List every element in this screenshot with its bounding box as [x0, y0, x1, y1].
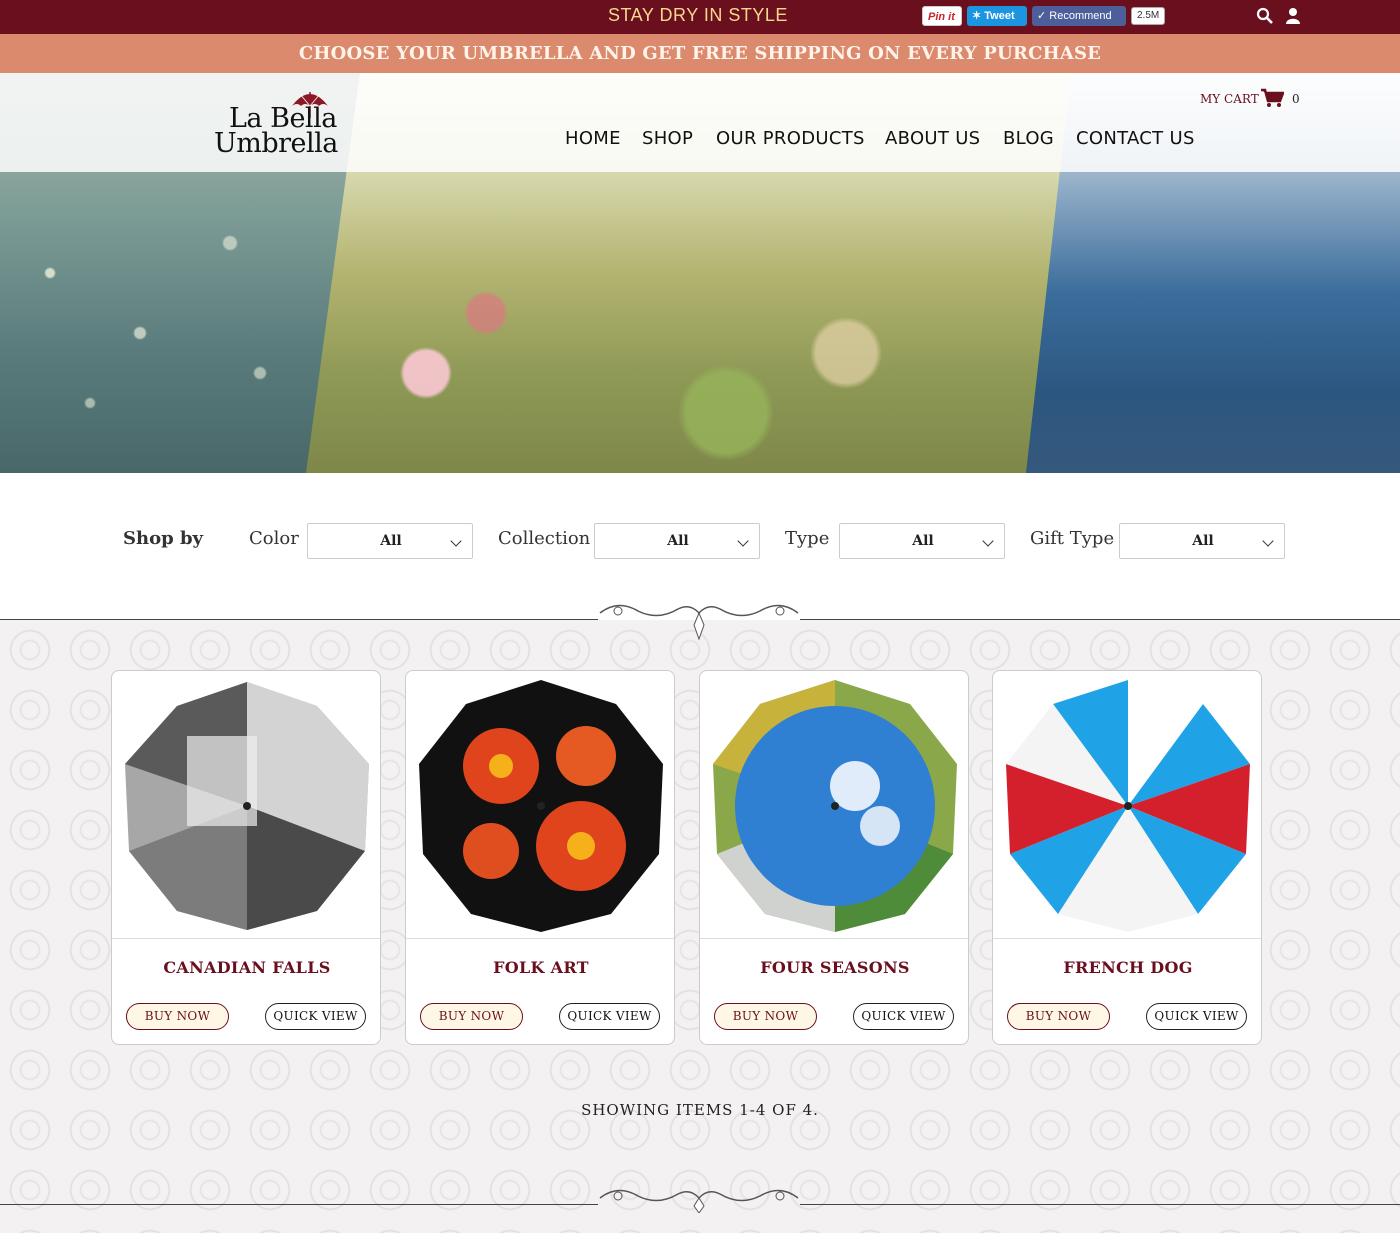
ornament-divider — [0, 1189, 1400, 1233]
product-image[interactable] — [700, 671, 968, 939]
product-card[interactable]: FOUR SEASONS BUY NOW QUICK VIEW — [699, 670, 969, 1045]
product-name[interactable]: FRENCH DOG — [993, 958, 1261, 977]
recommend-label: Recommend — [1049, 10, 1112, 22]
product-grid: CANADIAN FALLS BUY NOW QUICK VIEW FOLK A… — [0, 620, 1400, 1233]
cart-icon — [1260, 88, 1285, 111]
quick-view-button[interactable]: QUICK VIEW — [265, 1003, 366, 1030]
promo-text: CHOOSE YOUR UMBRELLA AND GET FREE SHIPPI… — [298, 43, 1102, 64]
product-name[interactable]: FOLK ART — [406, 958, 674, 977]
filter-color-label: Color — [249, 528, 299, 549]
filter-type-label: Type — [785, 528, 830, 549]
top-bar: STAY DRY IN STYLE Pin it ✶ Tweet ✓ Recom… — [0, 0, 1400, 34]
buy-now-button[interactable]: BUY NOW — [1007, 1003, 1110, 1030]
product-card[interactable]: CANADIAN FALLS BUY NOW QUICK VIEW — [111, 670, 381, 1045]
cart-label: MY CART — [1200, 92, 1259, 106]
tweet-label: Tweet — [984, 10, 1015, 22]
twitter-bird-icon: ✶ — [972, 10, 982, 22]
pagination-summary: SHOWING ITEMS 1-4 OF 4. — [581, 1101, 819, 1119]
buy-now-button[interactable]: BUY NOW — [126, 1003, 229, 1030]
pinterest-button[interactable]: Pin it — [922, 6, 962, 26]
cart-count: 0 — [1292, 92, 1300, 106]
divider-line-left — [0, 619, 598, 620]
buy-now-button[interactable]: BUY NOW — [714, 1003, 817, 1030]
product-image[interactable] — [993, 671, 1261, 939]
quick-view-button[interactable]: QUICK VIEW — [559, 1003, 660, 1030]
check-icon: ✓ — [1037, 10, 1047, 22]
filter-gift-type-value: All — [1192, 533, 1214, 549]
scroll-ornament-icon — [599, 1189, 799, 1213]
divider-line-right — [800, 1204, 1400, 1205]
product-card[interactable]: FOLK ART BUY NOW QUICK VIEW — [405, 670, 675, 1045]
header-overlay — [0, 73, 1400, 172]
filter-type-select[interactable]: All — [839, 523, 1005, 559]
nav-blog[interactable]: BLOG — [1003, 128, 1054, 149]
divider-line-left — [0, 1204, 598, 1205]
shop-by-label: Shop by — [123, 528, 203, 549]
user-icon[interactable] — [1284, 7, 1302, 25]
tweet-button[interactable]: ✶ Tweet — [967, 6, 1027, 26]
filter-color-select[interactable]: All — [307, 523, 473, 559]
promo-banner: CHOOSE YOUR UMBRELLA AND GET FREE SHIPPI… — [0, 34, 1400, 73]
nav-our-products[interactable]: OUR PRODUCTS — [716, 128, 865, 149]
filter-type-value: All — [912, 533, 934, 549]
buy-now-button[interactable]: BUY NOW — [420, 1003, 523, 1030]
product-name[interactable]: CANADIAN FALLS — [112, 958, 380, 977]
recommend-button[interactable]: ✓ Recommend — [1032, 6, 1126, 26]
product-image[interactable] — [406, 671, 674, 939]
filter-collection-select[interactable]: All — [594, 523, 760, 559]
brand-line-2: Umbrella — [214, 128, 338, 159]
nav-about-us[interactable]: ABOUT US — [885, 128, 980, 149]
brand-logo[interactable]: La Bella Umbrella — [212, 88, 342, 159]
product-card[interactable]: FRENCH DOG BUY NOW QUICK VIEW — [992, 670, 1262, 1045]
filter-collection-label: Collection — [498, 528, 591, 549]
filter-bar: Shop by Color All Collection All Type Al… — [0, 473, 1400, 619]
quick-view-button[interactable]: QUICK VIEW — [853, 1003, 954, 1030]
nav-home[interactable]: HOME — [565, 128, 621, 149]
divider-line-right — [800, 619, 1400, 620]
filter-color-value: All — [380, 533, 402, 549]
ornament-divider — [0, 604, 1400, 659]
slogan: STAY DRY IN STYLE — [608, 5, 788, 25]
filter-gift-type-label: Gift Type — [1030, 528, 1115, 549]
search-icon[interactable] — [1256, 7, 1274, 25]
product-image[interactable] — [112, 671, 380, 939]
recommend-count: 2.5M — [1131, 7, 1165, 25]
scroll-ornament-icon — [599, 604, 799, 641]
nav-contact-us[interactable]: CONTACT US — [1076, 128, 1195, 149]
nav-shop[interactable]: SHOP — [642, 128, 693, 149]
filter-collection-value: All — [667, 533, 689, 549]
product-name[interactable]: FOUR SEASONS — [700, 958, 968, 977]
quick-view-button[interactable]: QUICK VIEW — [1146, 1003, 1247, 1030]
filter-gift-type-select[interactable]: All — [1119, 523, 1285, 559]
